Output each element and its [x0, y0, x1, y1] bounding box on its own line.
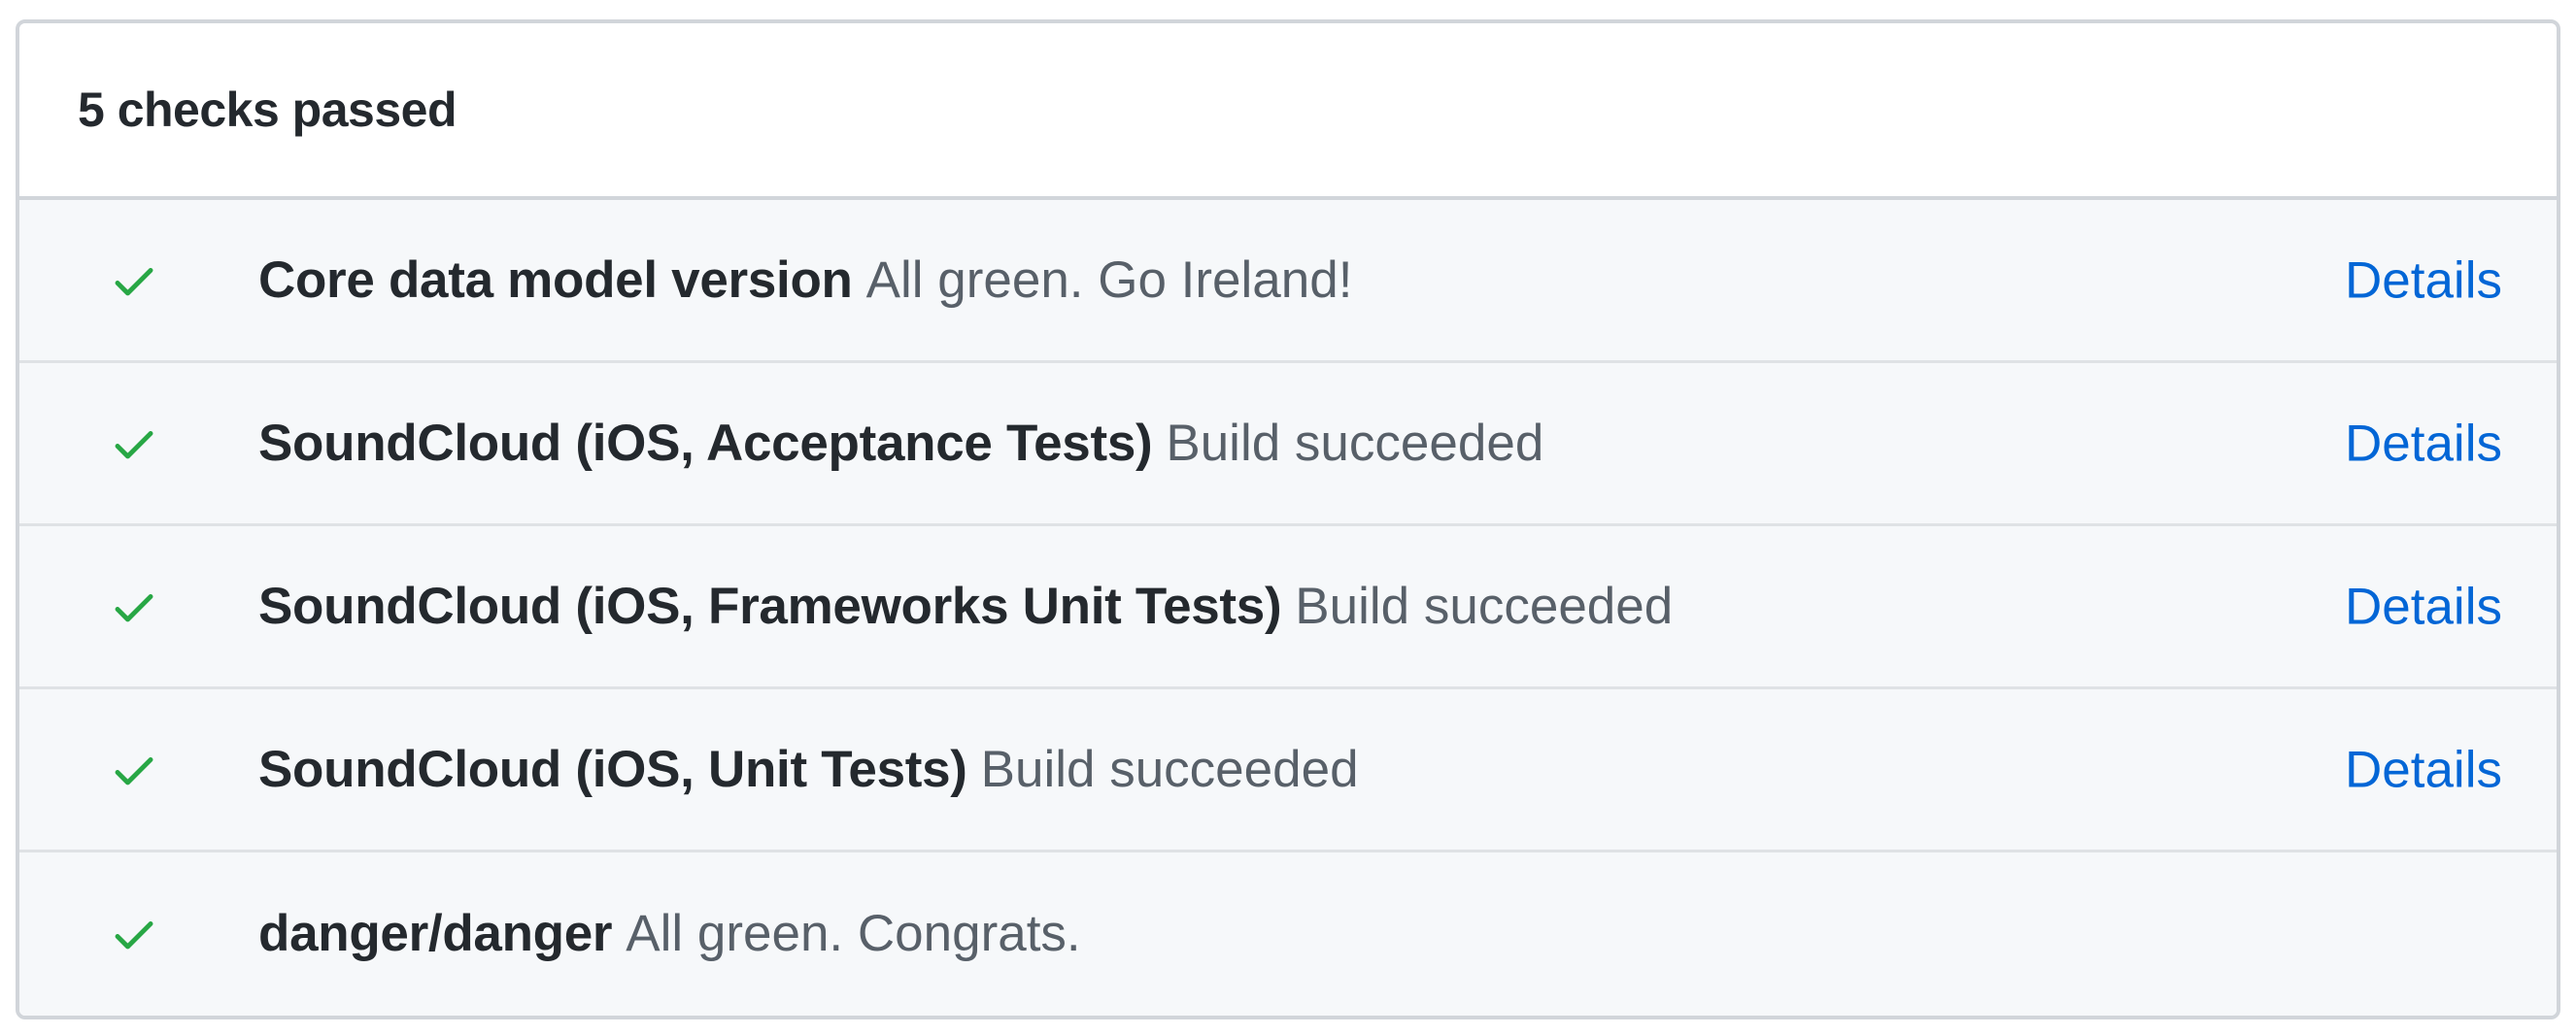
check-text: SoundCloud (iOS, Acceptance Tests) Build …	[258, 415, 2557, 473]
checks-header: 5 checks passed	[19, 23, 2557, 200]
check-icon	[109, 255, 159, 306]
check-text: Core data model version All green. Go Ire…	[258, 251, 2557, 310]
check-name: danger/danger	[258, 905, 613, 962]
check-status: Build succeeded	[1295, 577, 1674, 635]
checks-panel: 5 checks passed Core data model version A…	[16, 19, 2560, 1019]
check-text: SoundCloud (iOS, Unit Tests) Build succee…	[258, 741, 2557, 799]
check-row: SoundCloud (iOS, Frameworks Unit Tests) B…	[19, 526, 2557, 689]
checks-summary-title: 5 checks passed	[78, 83, 458, 137]
check-icon	[109, 418, 159, 469]
check-row: Core data model version All green. Go Ire…	[19, 200, 2557, 363]
check-text: danger/danger All green. Congrats.	[258, 905, 2557, 963]
check-status: Build succeeded	[980, 740, 1359, 798]
check-name: SoundCloud (iOS, Acceptance Tests)	[258, 414, 1153, 472]
details-link[interactable]: Details	[2345, 740, 2502, 799]
details-link[interactable]: Details	[2345, 577, 2502, 636]
check-icon	[109, 745, 159, 795]
details-link[interactable]: Details	[2345, 414, 2502, 473]
check-name: SoundCloud (iOS, Frameworks Unit Tests)	[258, 577, 1282, 635]
check-list: Core data model version All green. Go Ire…	[19, 200, 2557, 1016]
check-status: All green. Go Ireland!	[865, 250, 1353, 309]
check-status: Build succeeded	[1166, 414, 1544, 472]
check-icon	[109, 909, 159, 959]
check-status: All green. Congrats.	[626, 905, 1081, 962]
check-name: SoundCloud (iOS, Unit Tests)	[258, 740, 967, 798]
check-icon	[109, 582, 159, 632]
details-link[interactable]: Details	[2345, 250, 2502, 310]
check-row: SoundCloud (iOS, Unit Tests) Build succee…	[19, 689, 2557, 852]
check-name: Core data model version	[258, 250, 853, 309]
check-row: danger/danger All green. Congrats.	[19, 852, 2557, 1016]
check-text: SoundCloud (iOS, Frameworks Unit Tests) B…	[258, 578, 2557, 636]
check-row: SoundCloud (iOS, Acceptance Tests) Build …	[19, 363, 2557, 526]
